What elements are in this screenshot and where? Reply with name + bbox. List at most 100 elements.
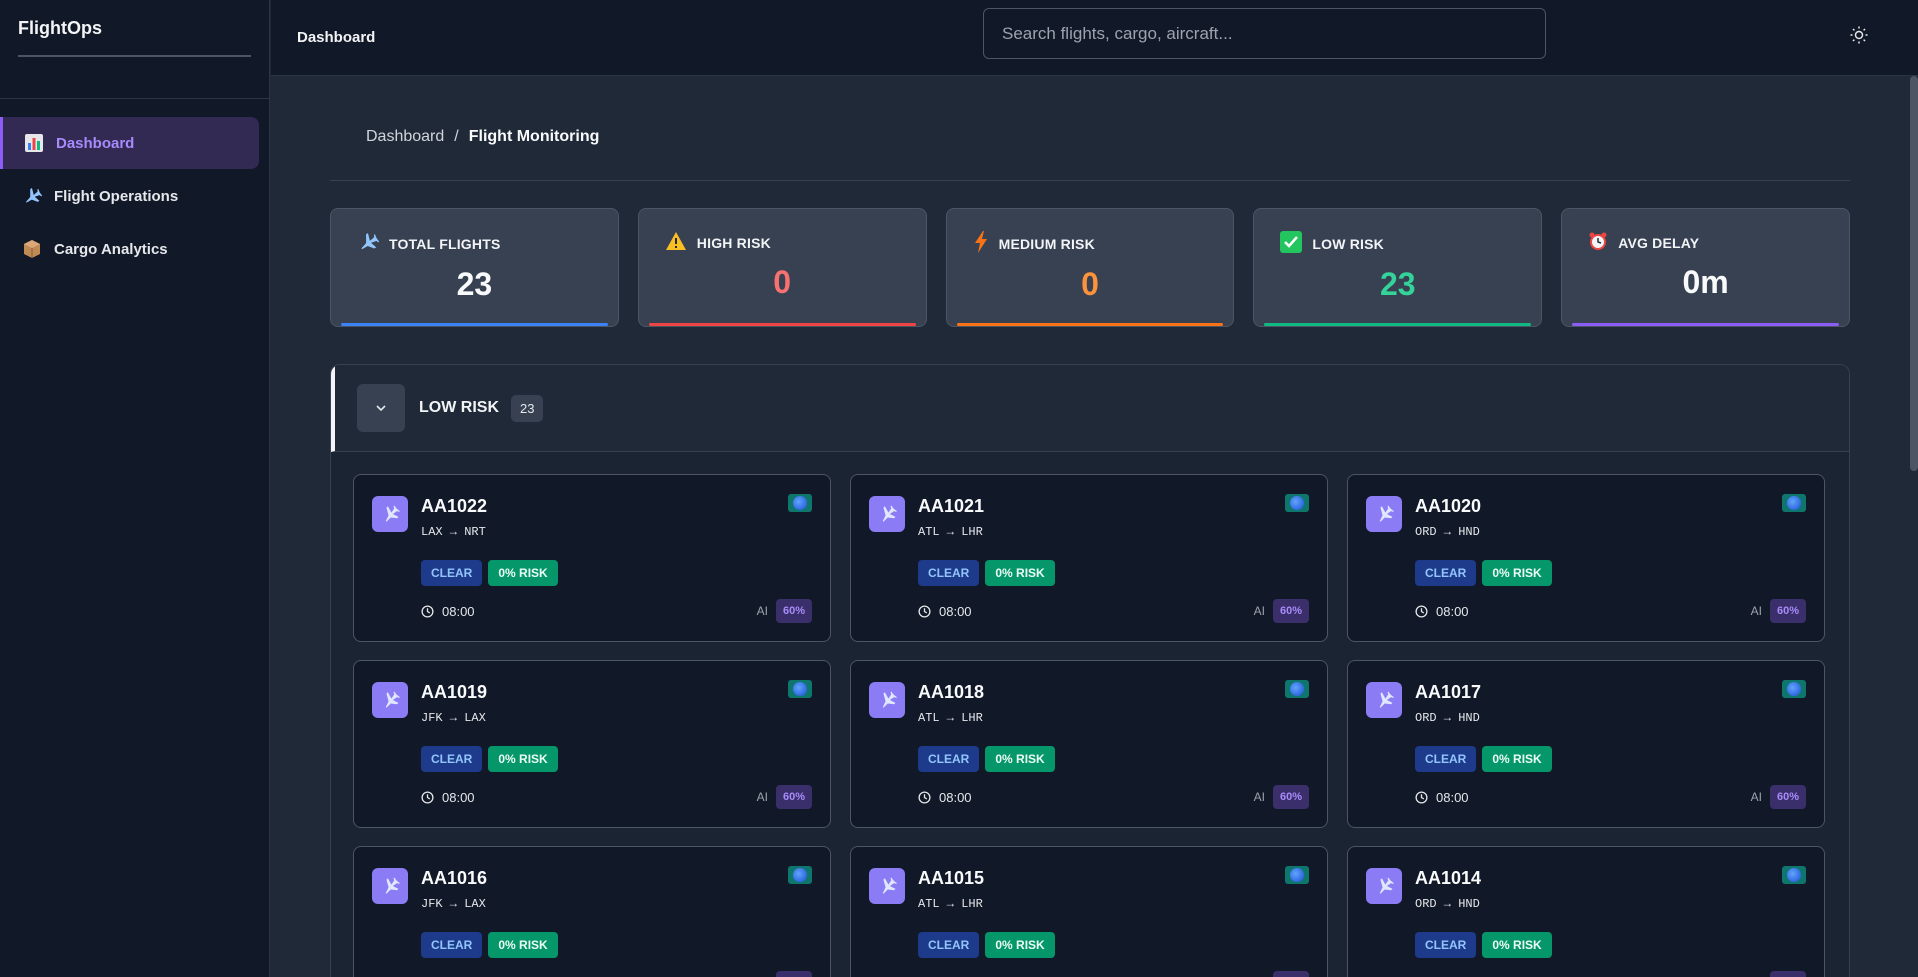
chevron-down-icon: [376, 405, 386, 412]
flight-route: LAX → NRT: [421, 525, 486, 539]
breadcrumb-current: Flight Monitoring: [468, 128, 600, 145]
globe-icon: [1782, 866, 1806, 884]
status-badge: CLEAR: [1415, 932, 1477, 958]
sidebar-item-dashboard[interactable]: Dashboard: [0, 117, 259, 169]
stat-card-medium-risk: MEDIUM RISK 0: [945, 208, 1235, 327]
theme-toggle-button[interactable]: [1846, 22, 1872, 48]
bar-chart-icon: [24, 133, 44, 153]
airplane-icon: [372, 496, 408, 532]
ai-confidence-badge: 60%: [775, 785, 812, 809]
airplane-icon: [869, 496, 905, 532]
ai-label: AI: [1750, 790, 1762, 804]
stats-row: TOTAL FLIGHTS 23 HIGH RISK 0 MEDIUM RISK…: [330, 208, 1850, 327]
breadcrumb-root[interactable]: Dashboard: [366, 128, 444, 146]
flight-route: JFK → LAX: [421, 711, 486, 725]
lightning-icon: [973, 231, 989, 256]
ai-confidence: AI 60%: [757, 785, 812, 809]
stat-label: AVG DELAY: [1618, 234, 1700, 251]
flight-card[interactable]: AA1015 ATL → LHR CLEAR 0% RISK 08:00 AI …: [850, 846, 1328, 977]
clock-icon: [421, 791, 434, 804]
flight-route: ORD → HND: [1415, 525, 1480, 539]
risk-group-header[interactable]: LOW RISK 23: [331, 365, 1849, 452]
ai-confidence: AI 60%: [1751, 599, 1806, 623]
flight-card-grid: AA1022 LAX → NRT CLEAR 0% RISK 08:00 AI …: [331, 452, 1849, 977]
stat-value: 23: [1379, 266, 1416, 302]
flight-card[interactable]: AA1017 ORD → HND CLEAR 0% RISK 08:00 AI …: [1347, 660, 1825, 828]
ai-confidence: AI 60%: [1751, 971, 1806, 977]
status-badge: CLEAR: [918, 746, 980, 772]
check-icon: [1280, 231, 1303, 256]
stat-card-avg-delay: AVG DELAY 0m: [1561, 208, 1850, 327]
flight-card[interactable]: AA1014 ORD → HND CLEAR 0% RISK 08:00 AI …: [1347, 846, 1825, 977]
flight-badges: CLEAR 0% RISK: [421, 746, 558, 772]
flight-route: ATL → LHR: [918, 897, 983, 911]
sidebar-item-label: Dashboard: [56, 134, 135, 152]
departure-time: 08:00: [918, 790, 972, 805]
sidebar-item-cargo-analytics[interactable]: Cargo Analytics: [0, 223, 259, 275]
ai-confidence-badge: 60%: [1769, 785, 1806, 809]
stat-label: TOTAL FLIGHTS: [389, 235, 501, 252]
flight-card[interactable]: AA1016 JFK → LAX CLEAR 0% RISK 08:00 AI …: [353, 846, 831, 977]
flight-badges: CLEAR 0% RISK: [1415, 746, 1552, 772]
status-badge: CLEAR: [918, 560, 980, 586]
brand: FlightOps: [0, 0, 269, 99]
flight-card[interactable]: AA1022 LAX → NRT CLEAR 0% RISK 08:00 AI …: [353, 474, 831, 642]
globe-icon: [1285, 680, 1309, 698]
flight-card[interactable]: AA1020 ORD → HND CLEAR 0% RISK 08:00 AI …: [1347, 474, 1825, 642]
flight-card[interactable]: AA1019 JFK → LAX CLEAR 0% RISK 08:00 AI …: [353, 660, 831, 828]
status-badge: CLEAR: [1415, 746, 1477, 772]
stat-accent-bar: [648, 323, 916, 326]
search-input[interactable]: [983, 8, 1546, 59]
flight-number: AA1015: [918, 868, 985, 888]
flight-route: ATL → LHR: [918, 525, 983, 539]
page-title: Dashboard: [297, 29, 376, 46]
airplane-icon: [1366, 496, 1402, 532]
stat-value: 0: [1081, 266, 1099, 302]
flight-badges: CLEAR 0% RISK: [918, 932, 1055, 958]
sidebar-item-label: Cargo Analytics: [54, 240, 168, 258]
status-badge: CLEAR: [421, 932, 483, 958]
page-scrollbar[interactable]: [1910, 76, 1918, 471]
airplane-icon: [869, 868, 905, 904]
flight-number: AA1016: [421, 868, 488, 888]
ai-confidence: AI 60%: [1254, 971, 1309, 977]
flight-badges: CLEAR 0% RISK: [918, 746, 1055, 772]
risk-group-label: LOW RISK: [419, 399, 499, 416]
ai-confidence-badge: 60%: [775, 599, 812, 623]
collapse-button[interactable]: [357, 384, 405, 432]
globe-icon: [1782, 680, 1806, 698]
departure-time: 08:00: [918, 604, 972, 619]
flight-route: ORD → HND: [1415, 897, 1480, 911]
clock-icon: [1415, 605, 1428, 618]
globe-icon: [788, 866, 812, 884]
flight-route: JFK → LAX: [421, 897, 486, 911]
sidebar: FlightOps Dashboard Flight Operations Ca…: [0, 0, 270, 977]
flight-number: AA1014: [1415, 868, 1482, 888]
flight-badges: CLEAR 0% RISK: [421, 932, 558, 958]
app-logo-text[interactable]: FlightOps: [18, 18, 251, 39]
risk-badge: 0% RISK: [488, 746, 558, 772]
stat-label: LOW RISK: [1312, 235, 1384, 252]
flight-number: AA1019: [421, 682, 488, 702]
airplane-icon: [372, 682, 408, 718]
ai-confidence: AI 60%: [1254, 785, 1309, 809]
stat-value: 0m: [1682, 264, 1729, 300]
flight-badges: CLEAR 0% RISK: [1415, 560, 1552, 586]
risk-badge: 0% RISK: [985, 932, 1055, 958]
sun-icon: [1850, 26, 1868, 44]
ai-label: AI: [756, 790, 768, 804]
departure-time-value: 08:00: [442, 604, 475, 619]
stat-accent-bar: [1264, 323, 1532, 326]
sidebar-item-label: Flight Operations: [54, 187, 179, 205]
ai-confidence-badge: 60%: [1272, 971, 1309, 977]
ai-label: AI: [1253, 790, 1265, 804]
ai-confidence-badge: 60%: [1769, 971, 1806, 977]
flight-card[interactable]: AA1021 ATL → LHR CLEAR 0% RISK 08:00 AI …: [850, 474, 1328, 642]
risk-badge: 0% RISK: [488, 560, 558, 586]
flight-card[interactable]: AA1018 ATL → LHR CLEAR 0% RISK 08:00 AI …: [850, 660, 1328, 828]
clock-icon: [918, 605, 931, 618]
ai-label: AI: [756, 604, 768, 618]
sidebar-item-flight-operations[interactable]: Flight Operations: [0, 170, 259, 222]
stat-accent-bar: [1572, 323, 1839, 326]
flight-badges: CLEAR 0% RISK: [421, 560, 558, 586]
